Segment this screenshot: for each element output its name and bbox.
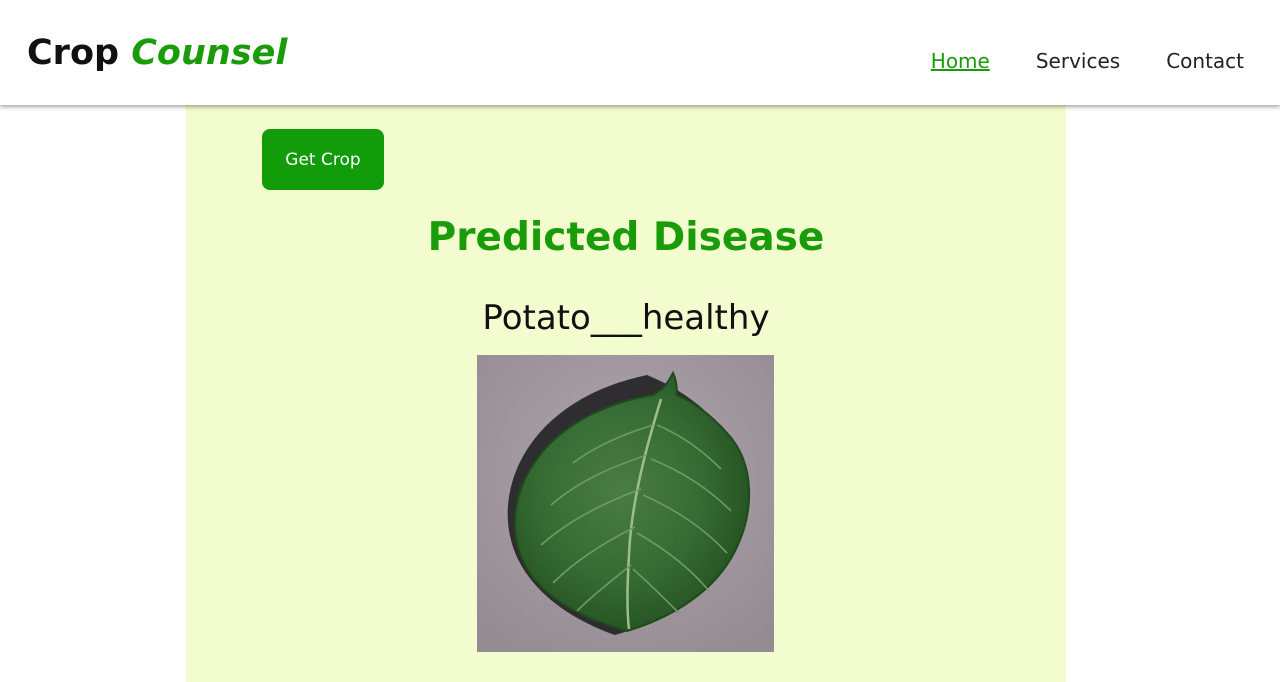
nav-services-link[interactable]: Services: [1036, 46, 1120, 76]
prediction-result: Potato___healthy: [482, 298, 770, 338]
page-title: Predicted Disease: [427, 215, 825, 260]
brand-accent: Counsel: [131, 33, 288, 73]
nav-contact-link[interactable]: Contact: [1166, 46, 1244, 76]
nav-home-link[interactable]: Home: [931, 46, 990, 76]
get-crop-button[interactable]: Get Crop: [262, 129, 384, 190]
potato-leaf-icon: [477, 355, 774, 652]
nav-links: Home Services Contact: [885, 46, 1244, 76]
brand-logo[interactable]: Crop Counsel: [27, 30, 287, 76]
navbar: Crop Counsel Home Services Contact: [0, 0, 1280, 105]
result-panel: Get Crop Predicted Disease Potato___heal…: [186, 105, 1066, 682]
leaf-image: [477, 355, 774, 652]
brand-primary: Crop: [27, 33, 120, 73]
